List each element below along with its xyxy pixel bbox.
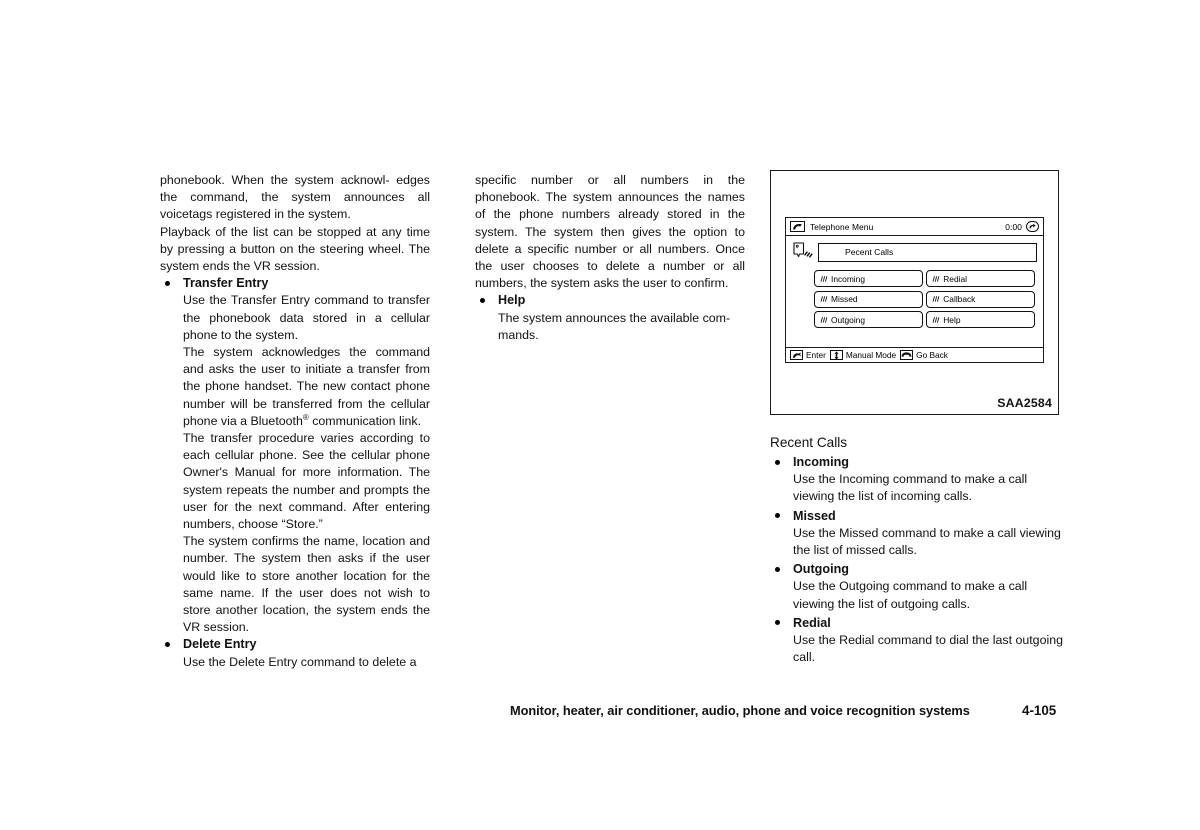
bullet-dot-icon xyxy=(165,641,170,647)
status-item-label: Go Back xyxy=(916,350,948,360)
menu-button-label: Redial xyxy=(943,273,967,284)
text-column-1: phonebook. When the system acknowl- edge… xyxy=(160,172,430,671)
figure-frame: Telephone Menu 0:00 Pecent Calls Incomin… xyxy=(770,170,1059,415)
menu-button-outgoing[interactable]: Outgoing xyxy=(814,311,923,328)
status-item-manual-mode[interactable]: Manual Mode xyxy=(829,350,897,360)
bullet-dot-icon xyxy=(775,620,780,626)
paragraph: Use the Missed command to make a call vi… xyxy=(793,525,1061,558)
speaking-head-icon xyxy=(792,241,813,263)
bullet-delete-entry: Delete Entry Use the Delete Entry comman… xyxy=(160,636,430,670)
screen-titlebar: Telephone Menu 0:00 xyxy=(786,218,1043,236)
bullet-dot-icon xyxy=(165,280,170,286)
screen-title: Telephone Menu xyxy=(810,221,874,232)
paragraph: Use the Outgoing command to make a call … xyxy=(793,579,1028,611)
menu-button-label: Callback xyxy=(943,294,976,304)
head-unit-screen: Telephone Menu 0:00 Pecent Calls Incomin… xyxy=(785,217,1044,363)
bullet-dot-icon xyxy=(775,566,780,572)
back-arrow-icon[interactable] xyxy=(1026,221,1039,232)
enter-dial-icon xyxy=(790,350,803,360)
section-title-recent-calls: Recent Calls xyxy=(770,435,848,450)
titlebar-right-group: 0:00 xyxy=(1005,221,1039,232)
paragraph: Use the Incoming command to make a call … xyxy=(793,472,1028,504)
bullet-help: Help The system announces the available … xyxy=(475,292,745,344)
figure-column: Telephone Menu 0:00 Pecent Calls Incomin… xyxy=(770,170,1065,666)
heading-outgoing: Outgoing xyxy=(793,562,849,577)
menu-button-label: Help xyxy=(943,314,961,325)
menu-button-missed[interactable]: Missed xyxy=(814,290,923,308)
phone-handset-icon xyxy=(790,221,805,232)
bullet-missed: Missed Use the Missed command to make a … xyxy=(770,508,1065,560)
current-selection-field[interactable]: Pecent Calls xyxy=(818,242,1037,262)
voice-command-icon xyxy=(932,275,940,283)
status-item-label: Enter xyxy=(806,350,826,360)
updown-arrow-icon xyxy=(829,350,843,360)
status-item-go-back[interactable]: Go Back xyxy=(900,350,948,360)
paragraph: Playback of the list can be stopped at a… xyxy=(160,224,430,274)
voice-command-icon xyxy=(820,295,828,303)
heading-incoming: Incoming xyxy=(793,455,849,469)
voice-prompt-row: Pecent Calls xyxy=(792,241,1037,263)
menu-button-callback[interactable]: Callback xyxy=(926,290,1035,308)
heading-missed: Missed xyxy=(793,508,836,523)
bullet-transfer-entry: Transfer Entry Use the Transfer Entry co… xyxy=(160,275,430,636)
voice-command-icon xyxy=(932,316,940,324)
menu-button-label: Incoming xyxy=(831,273,865,284)
text-column-2: specific number or all numbers in the ph… xyxy=(475,172,745,344)
footer-section-title: Monitor, heater, air conditioner, audio,… xyxy=(510,703,970,718)
screen-clock: 0:00 xyxy=(1005,221,1022,232)
menu-button-incoming[interactable]: Incoming xyxy=(814,270,923,287)
bullet-incoming: Incoming Use the Incoming command to mak… xyxy=(770,454,1065,506)
heading-help: Help xyxy=(498,293,526,308)
menu-button-grid: Incoming Redial Missed Callback Outgoing… xyxy=(792,270,1037,328)
screen-statusbar: Enter Manual Mode Go Back xyxy=(786,347,1043,362)
page-footer: Monitor, heater, air conditioner, audio,… xyxy=(0,703,1200,725)
status-item-enter[interactable]: Enter xyxy=(790,350,826,360)
paragraph: Use the Transfer Entry command to transf… xyxy=(183,293,430,342)
paragraph: The system acknowledges the command and … xyxy=(183,344,430,430)
paragraph: The system confirms the name, location a… xyxy=(183,534,430,635)
status-item-label: Manual Mode xyxy=(845,350,897,360)
paragraph: The system announces the available com- … xyxy=(498,310,731,342)
paragraph: Use the Redial command to dial the last … xyxy=(793,633,1063,665)
heading-redial: Redial xyxy=(793,615,831,630)
bullet-dot-icon xyxy=(480,297,485,303)
bullet-outgoing: Outgoing Use the Outgoing command to mak… xyxy=(770,561,1065,613)
menu-button-redial[interactable]: Redial xyxy=(926,270,1035,287)
heading-delete-entry: Delete Entry xyxy=(183,637,257,652)
paragraph: phonebook. When the system acknowl- edge… xyxy=(160,173,430,222)
paragraph: specific number or all numbers in the ph… xyxy=(475,173,745,291)
paragraph: Use the Delete Entry command to delete a xyxy=(183,654,417,669)
hangup-phone-icon xyxy=(900,350,914,360)
heading-transfer-entry: Transfer Entry xyxy=(183,276,269,291)
paragraph-part-b: communication link. xyxy=(308,413,422,428)
recent-calls-list: Incoming Use the Incoming command to mak… xyxy=(770,454,1065,666)
bullet-redial: Redial Use the Redial command to dial th… xyxy=(770,615,1065,667)
screen-body: Pecent Calls Incoming Redial Missed Call… xyxy=(786,236,1043,346)
voice-command-icon xyxy=(820,316,828,324)
bullet-dot-icon xyxy=(775,513,780,519)
voice-command-icon xyxy=(820,275,828,283)
figure-caption: SAA2584 xyxy=(997,396,1052,410)
menu-button-label: Missed xyxy=(831,294,858,304)
menu-button-label: Outgoing xyxy=(831,314,865,325)
menu-button-help[interactable]: Help xyxy=(926,311,1035,328)
voice-command-icon xyxy=(932,295,940,303)
paragraph: The transfer procedure varies according … xyxy=(183,431,430,532)
bullet-dot-icon xyxy=(775,459,780,465)
footer-page-number: 4-105 xyxy=(1022,703,1057,718)
